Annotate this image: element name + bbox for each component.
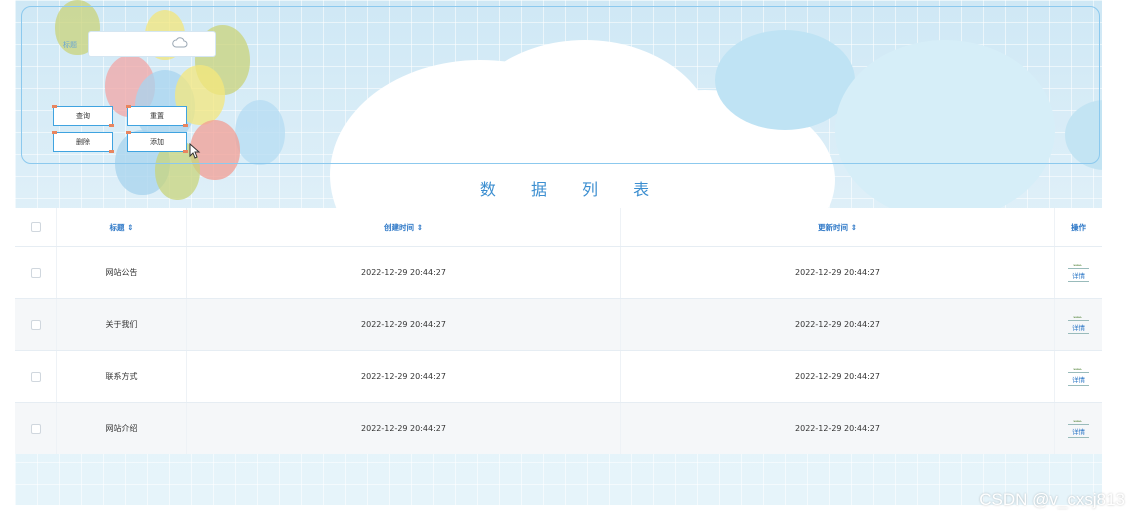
vine-decoration: ⌁⌁⌁ (1073, 314, 1082, 321)
cell-updated: 2022-12-29 20:44:27 (621, 403, 1055, 454)
table-row: 联系方式 2022-12-29 20:44:27 2022-12-29 20:4… (15, 350, 1102, 402)
cell-updated: 2022-12-29 20:44:27 (621, 247, 1055, 298)
cell-created: 2022-12-29 20:44:27 (187, 351, 621, 402)
column-header-title[interactable]: 标题 ⇕ (57, 208, 187, 246)
cell-action: ⌁⌁⌁ 详情 (1055, 403, 1102, 454)
detail-label: 详情 (1072, 376, 1085, 384)
vine-decoration: ⌁⌁⌁ (1073, 418, 1082, 425)
list-heading: 数 据 列 表 (479, 180, 665, 199)
row-checkbox[interactable] (30, 267, 41, 278)
column-header-action: 操作 (1071, 222, 1086, 232)
cell-title: 网站公告 (57, 247, 187, 298)
cell-created: 2022-12-29 20:44:27 (187, 247, 621, 298)
mouse-pointer-icon (189, 143, 201, 159)
table-row: 网站公告 2022-12-29 20:44:27 2022-12-29 20:4… (15, 246, 1102, 298)
cell-title: 网站介绍 (57, 403, 187, 454)
row-checkbox-cell (15, 247, 57, 298)
csdn-watermark: CSDN @v_cxsj813 (979, 490, 1125, 509)
delete-button[interactable]: 删除 (52, 131, 114, 153)
reset-button[interactable]: 重置 (126, 105, 188, 127)
column-header-created[interactable]: 创建时间 ⇕ (187, 208, 621, 246)
vine-decoration: ⌁⌁⌁ (1073, 366, 1082, 373)
vine-decoration: ⌁⌁⌁ (1073, 262, 1082, 269)
data-table: 标题 ⇕ 创建时间 ⇕ 更新时间 ⇕ 操作 网站公告 2022-12-29 20… (15, 208, 1102, 454)
row-checkbox[interactable] (30, 371, 41, 382)
detail-label: 详情 (1072, 324, 1085, 332)
detail-button[interactable]: ⌁⌁⌁ 详情 (1068, 418, 1089, 438)
cell-updated: 2022-12-29 20:44:27 (621, 299, 1055, 350)
row-checkbox[interactable] (30, 319, 41, 330)
query-button[interactable]: 查询 (52, 105, 114, 127)
cell-title: 关于我们 (57, 299, 187, 350)
table-header: 标题 ⇕ 创建时间 ⇕ 更新时间 ⇕ 操作 (15, 208, 1102, 246)
cell-created: 2022-12-29 20:44:27 (187, 403, 621, 454)
title-filter-label: 标题 (63, 41, 77, 49)
cell-updated: 2022-12-29 20:44:27 (621, 351, 1055, 402)
table-row: 关于我们 2022-12-29 20:44:27 2022-12-29 20:4… (15, 298, 1102, 350)
row-checkbox-cell (15, 403, 57, 454)
column-header-updated[interactable]: 更新时间 ⇕ (621, 208, 1055, 246)
detail-button[interactable]: ⌁⌁⌁ 详情 (1068, 314, 1089, 334)
cell-title: 联系方式 (57, 351, 187, 402)
cloud-icon (172, 37, 188, 48)
row-checkbox-cell (15, 351, 57, 402)
header-checkbox-cell (15, 208, 57, 246)
cell-action: ⌁⌁⌁ 详情 (1055, 299, 1102, 350)
title-search-input[interactable] (88, 31, 216, 57)
detail-button[interactable]: ⌁⌁⌁ 详情 (1068, 366, 1089, 386)
detail-button[interactable]: ⌁⌁⌁ 详情 (1068, 262, 1089, 282)
row-checkbox[interactable] (30, 423, 41, 434)
row-checkbox-cell (15, 299, 57, 350)
cell-created: 2022-12-29 20:44:27 (187, 299, 621, 350)
detail-label: 详情 (1072, 272, 1085, 280)
select-all-checkbox[interactable] (30, 222, 41, 232)
detail-label: 详情 (1072, 428, 1085, 436)
add-button[interactable]: 添加 (126, 131, 188, 153)
table-row: 网站介绍 2022-12-29 20:44:27 2022-12-29 20:4… (15, 402, 1102, 454)
cell-action: ⌁⌁⌁ 详情 (1055, 351, 1102, 402)
cell-action: ⌁⌁⌁ 详情 (1055, 247, 1102, 298)
